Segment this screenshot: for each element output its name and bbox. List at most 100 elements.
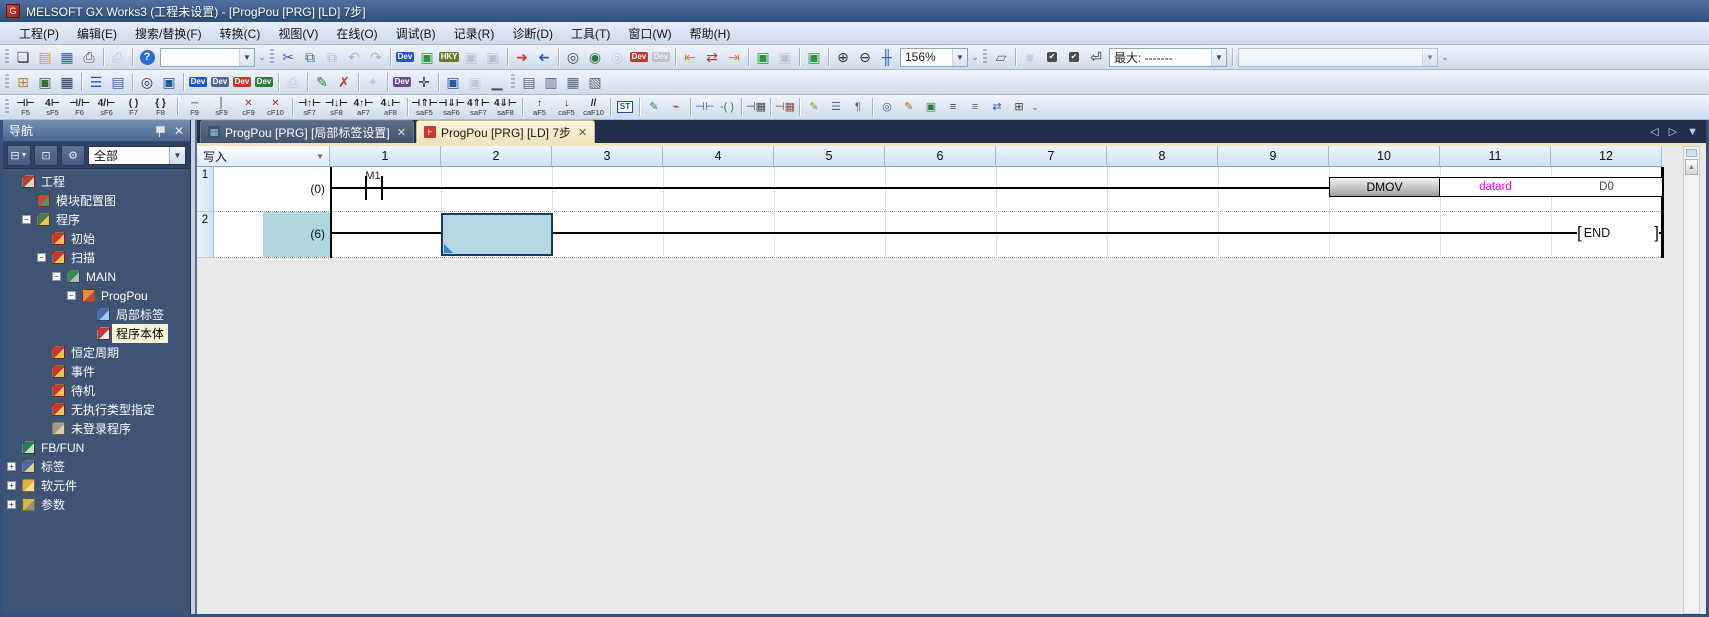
settings-button[interactable]: ⚙ xyxy=(61,144,85,166)
io-edit-button[interactable]: ✎ xyxy=(311,72,333,93)
memory-dump-button[interactable]: ⇥ xyxy=(723,47,745,68)
panel-splitter[interactable] xyxy=(190,120,197,614)
copy-button[interactable]: ⧉ xyxy=(299,47,321,68)
statement-jump-button[interactable]: ⇤ xyxy=(679,47,701,68)
tab-scroll-right-icon[interactable]: ▷ xyxy=(1669,125,1677,138)
find-open-contact-button[interactable]: ⊣⊢ xyxy=(694,97,716,118)
expand-box-icon[interactable]: + xyxy=(7,481,16,490)
print-button[interactable]: ⎙ xyxy=(78,47,100,68)
collapse-tree-button[interactable]: ⊟ ▼ xyxy=(7,144,31,166)
toolbar-overflow-icon[interactable]: ⌄ xyxy=(257,52,267,63)
document-grid-button[interactable]: ▤ xyxy=(107,72,129,93)
application-instruction-button[interactable]: { } F8 xyxy=(147,96,174,119)
tab-close-icon[interactable]: ✕ xyxy=(397,126,406,139)
watch-combo[interactable]: ▼ xyxy=(1238,47,1438,67)
io-check-button[interactable]: ✗ xyxy=(333,72,355,93)
toolbar-overflow-icon[interactable]: ⌄ xyxy=(1030,102,1040,113)
tree-item-program-fixed-cycle[interactable]: 恒定周期 xyxy=(3,343,190,362)
help-button[interactable]: ? xyxy=(136,47,158,68)
vertical-scrollbar[interactable]: ▲ xyxy=(1683,146,1700,614)
read-from-plc-button[interactable]: ▣ xyxy=(416,47,438,68)
cut-button[interactable]: ✂ xyxy=(277,47,299,68)
menu-item-edit[interactable]: 编辑(E) xyxy=(68,22,126,45)
toolbar-drag-handle[interactable] xyxy=(5,99,9,115)
device-memory-download-button[interactable]: ➜ xyxy=(511,47,533,68)
toolbar-drag-handle[interactable] xyxy=(5,49,9,65)
rising-pulse-button[interactable]: ⊣↑⊢ sF7 xyxy=(296,96,323,119)
screen-find-button[interactable]: ▣ xyxy=(442,72,464,93)
collapse-box-icon[interactable]: − xyxy=(67,291,76,300)
tree-item-label[interactable]: + 标签 xyxy=(3,457,190,476)
comment-edit-button[interactable]: ✎ xyxy=(803,97,825,118)
parallel-rising-pulse-button[interactable]: 4↑⊢ aF7 xyxy=(350,96,377,119)
menu-item-convert[interactable]: 转换(C) xyxy=(211,22,270,45)
find-binoculars-button[interactable]: ◎ xyxy=(136,72,158,93)
monitor-mode-button[interactable]: ▣ xyxy=(920,97,942,118)
parallel-falling-pulse-close-button[interactable]: 4⇓⊢ saF8 xyxy=(492,96,519,119)
ladder-search-button[interactable]: ◎ xyxy=(562,47,584,68)
find-coil-button[interactable]: -( ) xyxy=(716,97,738,118)
invert-result-button[interactable]: ↑ aF5 xyxy=(526,96,553,119)
module-monitor-button[interactable]: ▣ xyxy=(34,72,56,93)
open-contact-button[interactable]: ⊣⊢ F5 xyxy=(12,96,39,119)
menu-item-record[interactable]: 记录(R) xyxy=(445,22,504,45)
parallel-falling-pulse-button[interactable]: 4↓⊢ aF8 xyxy=(377,96,404,119)
chevron-down-icon[interactable]: ▼ xyxy=(952,48,967,66)
tab-list-icon[interactable]: ▼ xyxy=(1687,126,1698,138)
tree-filter-select[interactable]: 全部 ▼ xyxy=(88,145,186,165)
expand-tree-button[interactable]: ⊡ xyxy=(34,144,58,166)
tree-item-module-configuration[interactable]: 模块配置图 xyxy=(3,191,190,210)
check-syntax-button[interactable]: ✔ xyxy=(1041,47,1063,68)
menu-item-debug[interactable]: 调试(B) xyxy=(387,22,445,45)
expand-box-icon[interactable]: + xyxy=(7,462,16,471)
menu-item-window[interactable]: 窗口(W) xyxy=(619,22,680,45)
carriage-return-button[interactable]: ⏎ xyxy=(1085,47,1107,68)
tree-item-program-initial[interactable]: 初始 xyxy=(3,229,190,248)
toolbar-drag-handle[interactable] xyxy=(983,49,987,65)
collapse-box-icon[interactable]: − xyxy=(52,272,61,281)
write-mode-button[interactable]: ✎ xyxy=(898,97,920,118)
ladder-lightning-button[interactable]: ⌁ xyxy=(665,97,687,118)
max-combo[interactable]: 最大: ------- ▼ xyxy=(1109,47,1227,67)
check-program-button[interactable]: ✔ xyxy=(1063,47,1085,68)
verify-with-plc-button[interactable]: HKY xyxy=(438,47,460,68)
tree-item-fb-fun[interactable]: FB/FUN xyxy=(3,438,190,457)
tab-ladder-editor[interactable]: ⊦ ProgPou [PRG] [LD] 7步 ✕ xyxy=(415,120,596,143)
toolbar-overflow-icon[interactable]: ⌄ xyxy=(970,52,980,63)
write-to-plc-button[interactable]: Dev xyxy=(394,47,416,68)
coil-button[interactable]: ( ) F7 xyxy=(120,96,147,119)
selected-cell-cursor[interactable] xyxy=(441,213,553,256)
watch-window-2-button[interactable]: ▥ xyxy=(540,72,562,93)
close-contact-button[interactable]: ⊣/⊢ F6 xyxy=(66,96,93,119)
note-edit-button[interactable]: ¶ xyxy=(847,97,869,118)
tree-item-progpou[interactable]: − ProgPou xyxy=(3,286,190,305)
device-list-dev-button[interactable]: Dev xyxy=(628,47,650,68)
collapse-box-icon[interactable]: − xyxy=(22,215,31,224)
zoom-level-combo[interactable]: 156% ▼ xyxy=(900,47,968,67)
instruction-operand[interactable]: datard xyxy=(1440,178,1551,196)
ladder-mode-select[interactable]: 写入 ▼ xyxy=(197,146,330,167)
tree-item-local-label[interactable]: 局部标签 xyxy=(3,305,190,324)
align-right-button[interactable]: ≡ xyxy=(964,97,986,118)
watch-window-3-button[interactable]: ▦ xyxy=(562,72,584,93)
tree-item-program-no-execution-type[interactable]: 无执行类型指定 xyxy=(3,400,190,419)
device-eye-dev-button[interactable]: Dev xyxy=(391,72,413,93)
delete-rung-button[interactable]: ⊣▦ xyxy=(774,97,796,118)
edit-ladder-button[interactable]: ✎ xyxy=(643,97,665,118)
monitor-start-button[interactable]: ▣ xyxy=(752,47,774,68)
menu-item-tools[interactable]: 工具(T) xyxy=(562,22,619,45)
device-find-cursor-button[interactable]: ✛ xyxy=(413,72,435,93)
tree-item-program-body[interactable]: 程序本体 xyxy=(3,324,190,343)
tree-item-program-standby[interactable]: 待机 xyxy=(3,381,190,400)
tree-item-program-event[interactable]: 事件 xyxy=(3,362,190,381)
read-mode-button[interactable]: ◎ xyxy=(876,97,898,118)
scroll-up-button[interactable]: ▲ xyxy=(1685,159,1698,175)
tree-item-unregistered-program[interactable]: 未登录程序 xyxy=(3,419,190,438)
horizontal-line-button[interactable]: ─ F9 xyxy=(181,96,208,119)
device-memory-upload-button[interactable]: ➜ xyxy=(533,47,555,68)
device-grid-dev-button[interactable]: Dev xyxy=(231,72,253,93)
vertical-line-button[interactable]: │ sF9 xyxy=(208,96,235,119)
menu-item-help[interactable]: 帮助(H) xyxy=(681,22,740,45)
find-in-document-button[interactable]: ▣ xyxy=(158,72,180,93)
pulse-conversion-button[interactable]: ↓ caF5 xyxy=(553,96,580,119)
